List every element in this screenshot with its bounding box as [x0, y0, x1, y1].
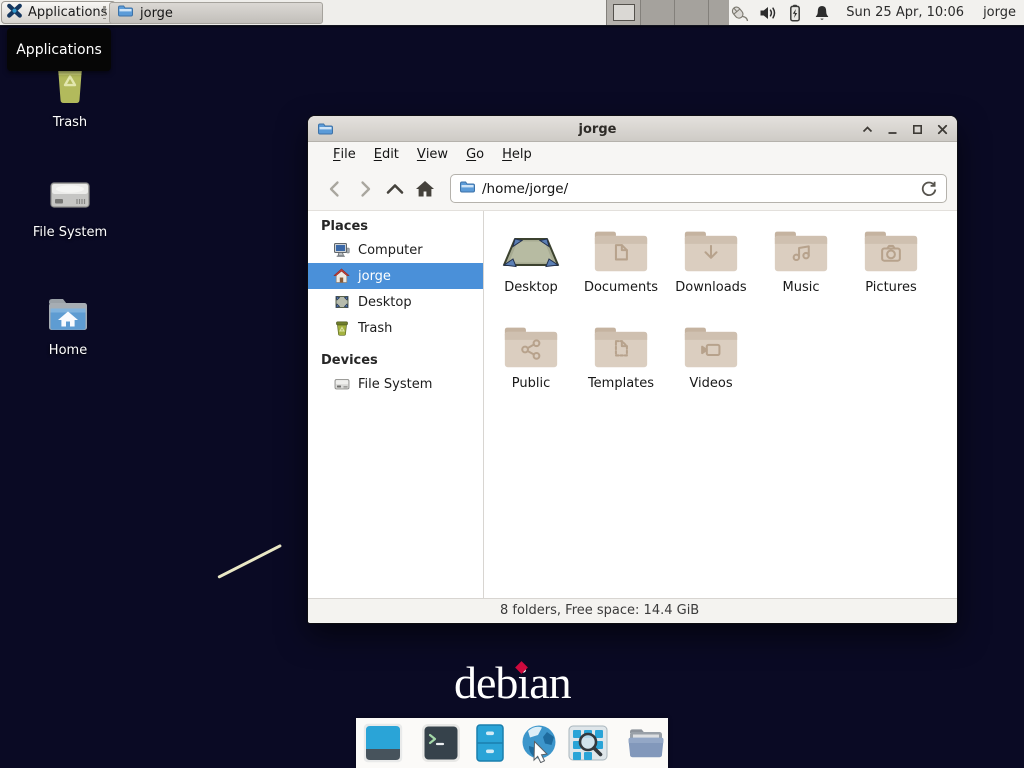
minimize-button[interactable]: [884, 121, 900, 137]
applications-menu-button[interactable]: Applications: [1, 1, 116, 24]
dock-web-browser-icon[interactable]: [519, 723, 559, 763]
file-item-public[interactable]: Public: [486, 315, 576, 391]
file-view[interactable]: Desktop Documents Downloads Music: [484, 211, 957, 598]
file-item-pictures[interactable]: Pictures: [846, 219, 936, 295]
desktop-line-artifact: [217, 544, 282, 579]
public-folder-icon: [504, 315, 558, 369]
desktop: Applications jorge Sun 25 Apr, 10:06 jor…: [0, 0, 1024, 768]
workspace-window-preview: [613, 4, 635, 21]
menu-edit[interactable]: Edit: [365, 142, 408, 167]
places-header: Places: [308, 215, 483, 237]
videos-folder-icon: [684, 315, 738, 369]
workspace-2[interactable]: [641, 0, 675, 25]
dock: [356, 718, 668, 768]
forward-button[interactable]: [350, 174, 380, 204]
desktop-icon-label: Home: [13, 343, 123, 358]
close-button[interactable]: [934, 121, 950, 137]
menu-bar: File Edit View Go Help: [308, 142, 957, 167]
top-panel: Applications jorge Sun 25 Apr, 10:06 jor…: [0, 0, 1024, 26]
file-item-downloads[interactable]: Downloads: [666, 219, 756, 295]
templates-folder-icon: [594, 315, 648, 369]
applications-tooltip: Applications: [7, 28, 111, 71]
file-item-documents[interactable]: Documents: [576, 219, 666, 295]
applications-menu-label: Applications: [28, 5, 107, 20]
dock-folder-icon[interactable]: [626, 723, 666, 763]
dock-file-manager-icon[interactable]: [470, 723, 510, 763]
back-button[interactable]: [320, 174, 350, 204]
desktop-icon-filesystem[interactable]: File System: [15, 174, 125, 240]
xfce-logo-icon: [6, 2, 23, 23]
up-button[interactable]: [380, 174, 410, 204]
menu-view[interactable]: View: [408, 142, 457, 167]
window-folder-icon: [317, 121, 333, 141]
trash-icon: [333, 320, 350, 336]
system-tray: Sun 25 Apr, 10:06 jorge: [729, 0, 1024, 25]
location-path: /home/jorge/: [482, 181, 568, 197]
window-title: jorge: [338, 116, 857, 142]
taskbar-window-button[interactable]: jorge: [109, 2, 323, 24]
debian-logo-text: debian: [454, 657, 571, 708]
desktop-icon-label: File System: [15, 225, 125, 240]
pictures-folder-icon: [864, 219, 918, 273]
session-user-menu[interactable]: jorge: [983, 5, 1016, 20]
dock-app-finder-icon[interactable]: [568, 723, 608, 763]
mouse-icon[interactable]: [729, 4, 750, 22]
workspace-1[interactable]: [607, 0, 641, 25]
volume-icon[interactable]: [759, 4, 777, 22]
desktop-icon-home[interactable]: Home: [13, 294, 123, 358]
desktop-folder-icon: [500, 219, 562, 273]
home-button[interactable]: [410, 174, 440, 204]
sidebar-item-filesystem[interactable]: File System: [308, 371, 483, 397]
computer-icon: [333, 242, 350, 258]
sidebar-item-desktop[interactable]: Desktop: [308, 289, 483, 315]
sidebar-item-computer[interactable]: Computer: [308, 237, 483, 263]
desktop-icon-label: Trash: [15, 115, 125, 130]
file-item-templates[interactable]: Templates: [576, 315, 666, 391]
menu-go[interactable]: Go: [457, 142, 493, 167]
file-item-music[interactable]: Music: [756, 219, 846, 295]
home-icon: [333, 268, 350, 284]
reload-icon[interactable]: [920, 180, 938, 198]
dock-desktop-icon[interactable]: [363, 723, 403, 763]
workspace-switcher: [606, 0, 743, 25]
documents-folder-icon: [594, 219, 648, 273]
drive-icon: [15, 174, 125, 216]
taskbar-window-label: jorge: [140, 6, 173, 21]
location-bar[interactable]: /home/jorge/: [450, 174, 947, 203]
drive-icon: [333, 376, 350, 392]
taskbar-grip[interactable]: [103, 6, 106, 19]
folder-icon: [117, 3, 133, 23]
toolbar: /home/jorge/: [308, 167, 957, 210]
file-item-videos[interactable]: Videos: [666, 315, 756, 391]
workspace-3[interactable]: [675, 0, 709, 25]
shade-button[interactable]: [859, 121, 875, 137]
maximize-button[interactable]: [909, 121, 925, 137]
sidebar: Places Computer jorge Desktop Trash: [308, 211, 484, 598]
music-folder-icon: [774, 219, 828, 273]
home-folder-icon: [13, 294, 123, 334]
debian-logo: debian: [454, 658, 571, 709]
battery-icon[interactable]: [786, 4, 804, 22]
location-folder-icon: [459, 179, 475, 199]
clock[interactable]: Sun 25 Apr, 10:06: [846, 5, 964, 20]
file-item-desktop[interactable]: Desktop: [486, 219, 576, 295]
menu-help[interactable]: Help: [493, 142, 541, 167]
sidebar-item-trash[interactable]: Trash: [308, 315, 483, 341]
window-titlebar[interactable]: jorge: [308, 116, 957, 142]
desktop-icon: [333, 294, 350, 310]
sidebar-item-jorge[interactable]: jorge: [308, 263, 483, 289]
status-bar: 8 folders, Free space: 14.4 GiB: [308, 598, 957, 622]
dock-terminal-icon[interactable]: [421, 723, 461, 763]
downloads-folder-icon: [684, 219, 738, 273]
notifications-bell-icon[interactable]: [813, 4, 831, 22]
file-manager-window: jorge File Edit View Go Help /home/jorge…: [308, 116, 957, 623]
menu-file[interactable]: File: [324, 142, 365, 167]
devices-header: Devices: [308, 349, 483, 371]
